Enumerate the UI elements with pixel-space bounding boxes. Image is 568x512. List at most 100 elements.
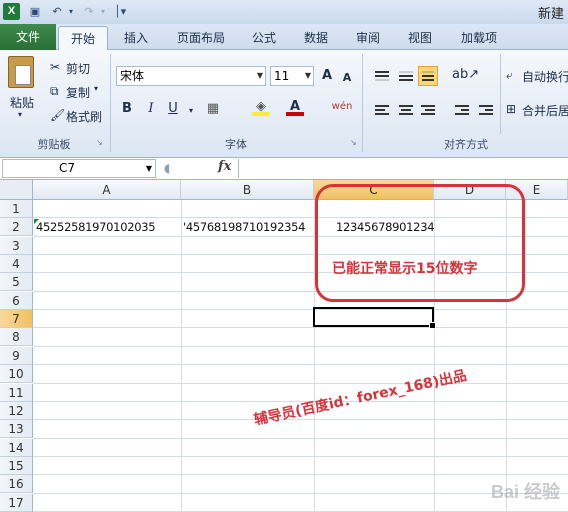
- underline-button[interactable]: U: [164, 100, 182, 118]
- chevron-down-icon[interactable]: ▼: [305, 67, 311, 85]
- tab-home[interactable]: 开始: [58, 26, 108, 50]
- undo-dropdown-icon[interactable]: ▾: [66, 4, 76, 20]
- tab-file[interactable]: 文件: [0, 24, 56, 50]
- save-icon[interactable]: ▣: [28, 4, 42, 20]
- annotation-highlight-box: [315, 184, 525, 302]
- active-cell-c7[interactable]: [313, 307, 436, 329]
- row-header-10[interactable]: 10: [0, 365, 33, 384]
- align-left-icon[interactable]: [372, 100, 392, 120]
- column-header-b[interactable]: B: [181, 180, 314, 200]
- ribbon-home: 粘贴 ▾ ✂ 剪切 ⧉ 复制 ▾ 🖌 格式刷 剪贴板 ↘ 宋体 ▼ 11 ▼ A…: [0, 50, 568, 158]
- cut-icon[interactable]: ✂: [50, 60, 60, 74]
- bold-button[interactable]: B: [118, 100, 136, 118]
- font-color-button[interactable]: A: [286, 98, 304, 116]
- row-header-2[interactable]: 2: [0, 218, 33, 237]
- chevron-down-icon[interactable]: ▼: [146, 160, 152, 177]
- gridline: [33, 327, 568, 329]
- borders-icon[interactable]: ▦: [204, 100, 222, 118]
- align-middle-icon[interactable]: [396, 66, 416, 86]
- customize-qat-icon[interactable]: │▾: [114, 4, 126, 20]
- copy-dropdown-icon[interactable]: ▾: [94, 84, 98, 93]
- gridline: [33, 382, 568, 384]
- tab-page-layout[interactable]: 页面布局: [166, 26, 236, 50]
- gridline: [33, 364, 568, 366]
- fill-color-icon[interactable]: ◈: [252, 98, 270, 116]
- name-box[interactable]: C7 ▼: [2, 159, 156, 178]
- row-header-11[interactable]: 11: [0, 383, 33, 402]
- formula-input[interactable]: [238, 159, 568, 178]
- row-header-16[interactable]: 16: [0, 475, 33, 494]
- font-group-label: 字体: [225, 138, 247, 151]
- gridline: [33, 309, 568, 311]
- tab-addins[interactable]: 加载项: [452, 26, 506, 50]
- redo-dropdown-icon[interactable]: ▾: [98, 4, 108, 20]
- font-name-combo[interactable]: 宋体 ▼: [116, 66, 266, 86]
- font-name-value: 宋体: [120, 69, 145, 83]
- select-all-corner[interactable]: [0, 180, 33, 200]
- row-header-13[interactable]: 13: [0, 420, 33, 439]
- copy-button[interactable]: 复制: [66, 84, 90, 101]
- wrap-text-icon[interactable]: ⤶: [506, 68, 513, 83]
- increase-indent-icon[interactable]: [476, 100, 496, 120]
- align-bottom-icon[interactable]: [418, 66, 438, 86]
- font-launcher-icon[interactable]: ↘: [350, 138, 357, 147]
- clipboard-launcher-icon[interactable]: ↘: [96, 138, 103, 147]
- row-header-7[interactable]: 7: [0, 310, 33, 329]
- ribbon-tabs: 文件 开始 插入 页面布局 公式 数据 审阅 视图 加载项: [0, 24, 568, 50]
- row-header-6[interactable]: 6: [0, 291, 33, 310]
- separator: [500, 54, 501, 134]
- row-header-15[interactable]: 15: [0, 456, 33, 475]
- align-center-icon[interactable]: [396, 100, 416, 120]
- cut-button[interactable]: 剪切: [66, 60, 90, 77]
- row-header-1[interactable]: 1: [0, 200, 33, 218]
- format-painter-button[interactable]: 格式刷: [66, 108, 102, 125]
- cell-b2[interactable]: '457681987101923​54: [183, 220, 305, 234]
- gridline: [33, 345, 568, 347]
- redo-icon[interactable]: ↷: [82, 4, 96, 20]
- chevron-down-icon[interactable]: ▼: [257, 67, 263, 85]
- row-header-12[interactable]: 12: [0, 401, 33, 420]
- row-header-17[interactable]: 17: [0, 493, 33, 512]
- paste-dropdown-icon[interactable]: ▾: [18, 110, 22, 119]
- phonetic-button[interactable]: wén: [328, 98, 356, 116]
- window-title: 新建: [537, 7, 564, 22]
- tab-insert[interactable]: 插入: [116, 26, 156, 50]
- align-top-icon[interactable]: [372, 66, 392, 86]
- excel-logo-icon[interactable]: X: [3, 3, 20, 20]
- decrease-indent-icon[interactable]: [452, 100, 472, 120]
- paste-icon[interactable]: [8, 56, 34, 88]
- cell-a2[interactable]: 452525819701020​35: [36, 220, 156, 234]
- row-header-3[interactable]: 3: [0, 236, 33, 255]
- italic-button[interactable]: I: [142, 100, 160, 118]
- merge-center-button[interactable]: 合并后居: [522, 102, 568, 119]
- row-header-14[interactable]: 14: [0, 438, 33, 457]
- formula-bar: C7 ▼ ◖ fx: [0, 158, 568, 180]
- underline-dropdown-icon[interactable]: ▾: [182, 102, 200, 120]
- format-painter-icon[interactable]: 🖌: [50, 108, 65, 122]
- wrap-text-button[interactable]: 自动换行: [522, 68, 568, 85]
- separator: [110, 54, 111, 152]
- row-header-9[interactable]: 9: [0, 346, 33, 365]
- tab-formulas[interactable]: 公式: [246, 26, 282, 50]
- row-header-4[interactable]: 4: [0, 255, 33, 274]
- tab-view[interactable]: 视图: [400, 26, 440, 50]
- row-header-5[interactable]: 5: [0, 273, 33, 292]
- orientation-icon[interactable]: ab↗: [452, 66, 479, 84]
- formula-bar-grip-icon[interactable]: ◖: [164, 161, 170, 175]
- tab-data[interactable]: 数据: [296, 26, 336, 50]
- merge-center-icon[interactable]: ⊞: [506, 102, 516, 116]
- grow-font-button[interactable]: A: [318, 67, 336, 85]
- insert-function-icon[interactable]: fx: [218, 159, 231, 174]
- row-header-8[interactable]: 8: [0, 328, 33, 347]
- shrink-font-button[interactable]: A: [338, 69, 356, 87]
- align-right-icon[interactable]: [418, 100, 438, 120]
- copy-icon[interactable]: ⧉: [50, 84, 59, 99]
- alignment-group-label: 对齐方式: [444, 138, 488, 151]
- column-header-a[interactable]: A: [33, 180, 181, 200]
- paste-button[interactable]: 粘贴: [10, 94, 34, 111]
- tab-review[interactable]: 审阅: [348, 26, 388, 50]
- worksheet-grid[interactable]: A B C D E 1 2 3 4 5 6 7 8 9 10 11 12 13 14 15 16 17 4525…: [0, 180, 568, 512]
- font-size-combo[interactable]: 11 ▼: [270, 66, 314, 86]
- undo-icon[interactable]: ↶: [50, 4, 64, 20]
- name-box-value: C7: [59, 161, 76, 175]
